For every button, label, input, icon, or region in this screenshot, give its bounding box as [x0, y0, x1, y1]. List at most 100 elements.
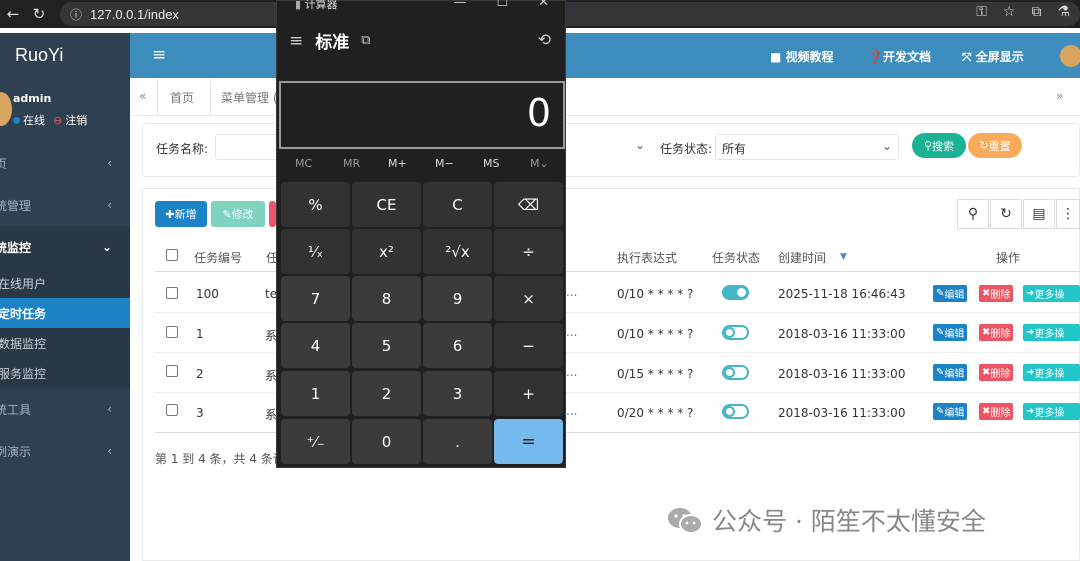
select-all-checkbox[interactable] [166, 249, 178, 261]
digit-9-key[interactable]: 9 [423, 276, 492, 321]
divide-key[interactable]: ÷ [494, 229, 563, 274]
subtract-key[interactable]: − [494, 323, 563, 368]
memory-subtract-button[interactable]: M− [435, 157, 454, 170]
task-status-select[interactable]: 所有 ⌄ [715, 134, 899, 160]
reset-button[interactable]: ↻ 重置 [968, 133, 1022, 158]
row-more-button[interactable]: ➜ 更多操 [1023, 403, 1080, 420]
hamburger-menu-icon[interactable]: ≡ [289, 31, 303, 51]
row-edit-button[interactable]: ✎ 编辑 [933, 324, 968, 341]
square-root-key[interactable]: ²√x [423, 229, 492, 274]
digit-0-key[interactable]: 0 [352, 419, 421, 464]
memory-clear-button[interactable]: MC [295, 157, 312, 170]
extensions-icon[interactable]: ⧉ [1031, 4, 1041, 20]
sidebar-item-home[interactable]: 页 ‹ [0, 142, 130, 184]
digit-1-key[interactable]: 1 [281, 371, 350, 416]
minimize-icon[interactable]: — [453, 0, 466, 10]
backspace-key[interactable]: ⌫ [494, 182, 563, 227]
task-group-select[interactable]: ⌄ [563, 134, 647, 160]
multiply-key[interactable]: × [494, 276, 563, 321]
refresh-icon[interactable]: ↻ [990, 199, 1022, 229]
logo[interactable]: RuoYi [0, 33, 130, 78]
keep-on-top-icon[interactable]: ⧉ [361, 33, 370, 48]
digit-8-key[interactable]: 8 [352, 276, 421, 321]
address-bar[interactable]: ⓘ 127.0.0.1/index [60, 2, 1080, 26]
columns-icon[interactable]: ▤ [1023, 199, 1055, 229]
digit-4-key[interactable]: 4 [281, 323, 350, 368]
sort-desc-icon[interactable]: ▼ [840, 252, 847, 262]
negate-key[interactable]: ⁺⁄₋ [281, 419, 350, 464]
digit-6-key[interactable]: 6 [423, 323, 492, 368]
column-header-cron[interactable]: 执行表达式 [617, 249, 677, 266]
row-more-button[interactable]: ➜ 更多操 [1023, 324, 1080, 341]
square-key[interactable]: x² [352, 229, 421, 274]
row-edit-button[interactable]: ✎ 编辑 [933, 285, 968, 302]
sidebar-item-demo[interactable]: 例演示 ‹ [0, 430, 130, 472]
row-delete-button[interactable]: ✖ 删除 [979, 364, 1014, 381]
delete-button[interactable] [269, 201, 276, 227]
clear-entry-key[interactable]: CE [352, 182, 421, 227]
flask-icon[interactable]: ⚗ [1057, 4, 1070, 20]
tabs-scroll-right-icon[interactable]: » [1056, 89, 1063, 103]
memory-store-button[interactable]: MS [483, 157, 499, 170]
sidebar-subitem-scheduled-tasks[interactable]: 定时任务 [0, 298, 130, 328]
bookmark-star-icon[interactable]: ☆ [1003, 4, 1016, 20]
sidebar-item-monitor[interactable]: 统监控 ⌄ [0, 226, 130, 268]
search-button[interactable]: ⚲ 搜索 [912, 133, 966, 158]
history-icon[interactable]: ⟲ [538, 30, 551, 49]
row-checkbox[interactable] [166, 326, 178, 338]
status-toggle[interactable] [722, 325, 749, 340]
export-icon[interactable]: ⋮ [1056, 199, 1080, 229]
memory-recall-button[interactable]: MR [343, 157, 360, 170]
digit-5-key[interactable]: 5 [352, 323, 421, 368]
row-edit-button[interactable]: ✎ 编辑 [933, 364, 968, 381]
search-toggle-icon[interactable]: ⚲ [957, 199, 989, 229]
sidebar-subitem-online-users[interactable]: 在线用户 [0, 268, 130, 298]
add-button[interactable]: ✚ 新增 [155, 201, 207, 227]
digit-7-key[interactable]: 7 [281, 276, 350, 321]
maximize-icon[interactable]: ☐ [496, 0, 508, 10]
add-key[interactable]: + [494, 371, 563, 416]
sidebar-subitem-server-monitor[interactable]: 服务监控 [0, 358, 130, 388]
tabs-scroll-left-icon[interactable]: « [139, 89, 146, 103]
tab-home[interactable]: 首页 [170, 89, 194, 106]
decimal-key[interactable]: . [423, 419, 492, 464]
sidebar-item-system[interactable]: 统管理 ‹ [0, 184, 130, 226]
column-header-created[interactable]: 创建时间 [778, 249, 826, 266]
memory-list-button[interactable]: M⌄ [530, 157, 549, 170]
reciprocal-key[interactable]: ¹⁄ₓ [281, 229, 350, 274]
row-checkbox[interactable] [166, 365, 178, 377]
back-arrow-icon[interactable]: ← [0, 5, 26, 23]
reload-icon[interactable]: ↻ [26, 5, 52, 23]
row-delete-button[interactable]: ✖ 删除 [979, 403, 1014, 420]
row-edit-button[interactable]: ✎ 编辑 [933, 403, 968, 420]
fullscreen-link[interactable]: ⤧ 全屏显示 [962, 48, 1024, 65]
percent-key[interactable]: % [281, 182, 350, 227]
memory-add-button[interactable]: M+ [388, 157, 407, 170]
row-more-button[interactable]: ➜ 更多操 [1023, 364, 1080, 381]
row-delete-button[interactable]: ✖ 删除 [979, 324, 1014, 341]
edit-button[interactable]: ✎ 修改 [211, 201, 265, 227]
header-avatar[interactable] [1060, 45, 1080, 67]
digit-3-key[interactable]: 3 [423, 371, 492, 416]
status-toggle[interactable] [722, 285, 749, 300]
close-icon[interactable]: ✕ [538, 0, 549, 10]
status-toggle[interactable] [722, 404, 749, 419]
status-toggle[interactable] [722, 365, 749, 380]
sidebar-subitem-data-monitor[interactable]: 数据监控 [0, 328, 130, 358]
tab-menu-management[interactable]: 菜单管理 ( [221, 89, 278, 106]
row-delete-button[interactable]: ✖ 删除 [979, 285, 1014, 302]
clear-key[interactable]: C [423, 182, 492, 227]
video-tutorial-link[interactable]: ■ 视频教程 [770, 48, 834, 65]
logout-link[interactable]: ⊖ 注销 [53, 112, 87, 128]
sidebar-item-tools[interactable]: 统工具 ‹ [0, 388, 130, 430]
row-checkbox[interactable] [166, 287, 178, 299]
equals-key[interactable]: = [494, 419, 563, 464]
digit-2-key[interactable]: 2 [352, 371, 421, 416]
column-header-status[interactable]: 任务状态 [712, 249, 760, 266]
row-checkbox[interactable] [166, 404, 178, 416]
avatar[interactable] [0, 92, 12, 126]
password-key-icon[interactable]: ⚿ [976, 4, 987, 20]
dev-docs-link[interactable]: ❓开发文档 [868, 48, 931, 65]
row-more-button[interactable]: ➜ 更多操 [1023, 285, 1080, 302]
column-header-id[interactable]: 任务编号 [194, 249, 242, 266]
